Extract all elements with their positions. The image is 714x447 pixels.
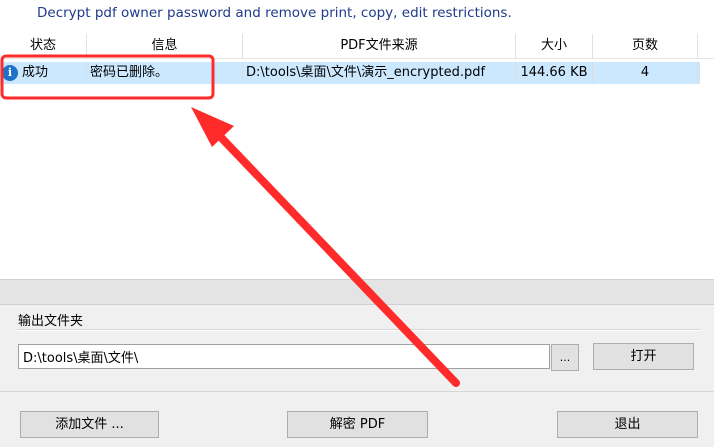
browse-button[interactable]: ... <box>551 344 579 371</box>
column-pages[interactable]: 页数 <box>593 34 698 58</box>
status-text: 成功 <box>22 65 49 80</box>
header-subtitle: Decrypt pdf owner password and remove pr… <box>0 0 714 30</box>
row-info: 密码已删除。 <box>87 62 243 84</box>
file-list[interactable]: 状态 信息 PDF文件来源 大小 页数 i 成功 密码已删除。 D:\tools… <box>0 30 714 280</box>
output-panel: 输出文件夹 ... 打开 <box>0 305 714 390</box>
splitter-band <box>0 280 714 305</box>
column-source[interactable]: PDF文件来源 <box>243 34 516 58</box>
decrypt-pdf-button[interactable]: 解密 PDF <box>287 411 428 438</box>
row-size: 144.66 KB <box>516 62 593 84</box>
row-status: i 成功 <box>0 62 87 84</box>
action-bar: 添加文件 ... 解密 PDF 退出 <box>0 391 714 447</box>
output-folder-label: 输出文件夹 <box>18 314 84 329</box>
list-header: 状态 信息 PDF文件来源 大小 页数 <box>0 34 714 59</box>
info-icon: i <box>2 65 18 81</box>
row-pages: 4 <box>593 62 698 84</box>
table-row[interactable]: i 成功 密码已删除。 D:\tools\桌面\文件\演示_encrypted.… <box>0 62 700 84</box>
column-size[interactable]: 大小 <box>516 34 593 58</box>
subtitle-text: Decrypt pdf owner password and remove pr… <box>37 5 512 21</box>
column-status[interactable]: 状态 <box>0 34 87 58</box>
column-info[interactable]: 信息 <box>87 34 243 58</box>
open-folder-button[interactable]: 打开 <box>593 343 694 370</box>
add-files-button[interactable]: 添加文件 ... <box>20 411 159 438</box>
output-divider <box>18 329 700 331</box>
exit-button[interactable]: 退出 <box>557 411 698 438</box>
row-source: D:\tools\桌面\文件\演示_encrypted.pdf <box>243 62 516 84</box>
output-path-input[interactable] <box>18 344 550 369</box>
